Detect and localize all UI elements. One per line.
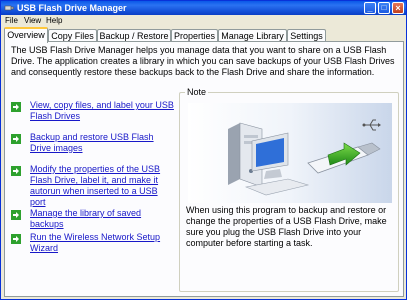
green-arrow-icon [11,102,21,112]
link-label[interactable]: View, copy files, and label your USB Fla… [30,100,174,122]
menu-bar: File View Help [1,15,406,27]
green-arrow-icon [11,166,21,176]
green-arrow-icon [11,134,21,144]
menu-help[interactable]: Help [46,16,62,26]
link-label[interactable]: Modify the properties of the USB Flash D… [30,164,174,208]
note-label: Note [185,87,209,98]
green-arrow-icon [11,234,21,244]
menu-file[interactable]: File [5,16,18,26]
note-text: When using this program to backup and re… [186,205,387,248]
intro-text: The USB Flash Drive Manager helps you ma… [11,45,395,77]
minimize-button[interactable]: _ [364,2,376,14]
maximize-button[interactable]: □ [378,2,390,14]
overview-panel: The USB Flash Drive Manager helps you ma… [4,41,404,297]
window-title: USB Flash Drive Manager [17,3,127,13]
link-label[interactable]: Backup and restore USB Flash Drive image… [30,132,174,154]
computer-usb-illustration [188,103,392,203]
green-arrow-icon [11,210,21,220]
link-label[interactable]: Manage the library of saved backups [30,208,174,230]
link-label[interactable]: Run the Wireless Network Setup Wizard [30,232,174,254]
note-group: Note When using this program to backup a… [179,87,399,292]
close-button[interactable]: × [392,2,404,14]
tab-strip: Overview Copy Files Backup / Restore Pro… [4,27,404,43]
menu-view[interactable]: View [24,16,41,26]
title-bar[interactable]: USB Flash Drive Manager _ □ × [1,1,406,15]
app-window: USB Flash Drive Manager _ □ × File View … [0,0,407,300]
tab-overview[interactable]: Overview [4,27,48,43]
usb-drive-icon [4,5,14,11]
